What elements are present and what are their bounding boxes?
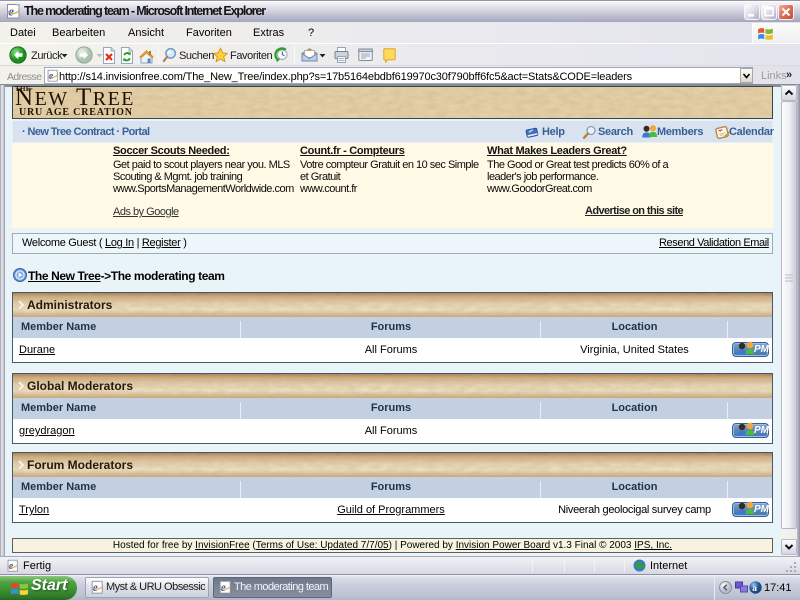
svg-text:a: a (752, 584, 757, 594)
